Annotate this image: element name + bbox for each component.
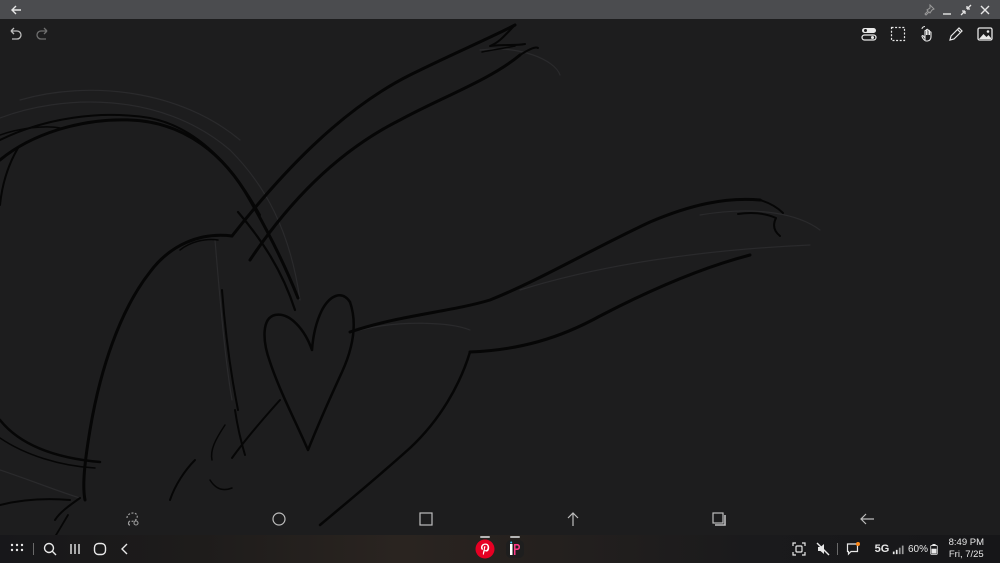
back-arrow-icon[interactable] xyxy=(6,0,25,19)
redo-icon[interactable] xyxy=(31,22,55,46)
app-drawer-icon[interactable] xyxy=(7,538,27,560)
minimize-icon[interactable] xyxy=(937,0,956,19)
ibis-paint-icon[interactable] xyxy=(504,538,526,560)
network-type: 5G xyxy=(874,543,890,555)
undo-icon[interactable] xyxy=(3,22,27,46)
notification-icon[interactable] xyxy=(843,538,863,560)
screenshot-icon[interactable] xyxy=(789,538,809,560)
taskbar-divider xyxy=(837,543,838,555)
arrow-left-icon[interactable] xyxy=(855,507,879,531)
recent-apps-icon[interactable] xyxy=(65,538,85,560)
pinterest-icon[interactable] xyxy=(474,538,496,560)
clock[interactable]: 8:49 PM Fri, 7/25 xyxy=(949,537,984,561)
close-icon[interactable] xyxy=(975,0,994,19)
square-icon[interactable] xyxy=(414,507,438,531)
battery-percent: 60% xyxy=(907,543,928,555)
clock-time: 8:49 PM xyxy=(948,537,984,548)
title-bar xyxy=(0,0,1000,19)
taskbar: 5G 60% 8:49 PM Fri, 7/25 xyxy=(0,535,1000,563)
selection-icon[interactable] xyxy=(886,22,910,46)
clock-date: Fri, 7/25 xyxy=(948,549,984,560)
battery-icon xyxy=(929,538,939,560)
lasso-icon[interactable] xyxy=(120,507,144,531)
sketch-strokes xyxy=(0,23,821,535)
drawing-canvas[interactable] xyxy=(0,19,1000,535)
pin-icon[interactable] xyxy=(919,0,938,19)
toggle-icon[interactable] xyxy=(857,22,881,46)
hand-touch-icon[interactable] xyxy=(915,22,939,46)
image-icon[interactable] xyxy=(973,22,997,46)
search-icon[interactable] xyxy=(40,538,60,560)
home-icon[interactable] xyxy=(90,538,110,560)
mute-icon[interactable] xyxy=(813,538,833,560)
signal-icon xyxy=(891,538,905,560)
layers-icon[interactable] xyxy=(707,507,731,531)
taskbar-divider xyxy=(33,543,34,555)
nav-back-icon[interactable] xyxy=(115,538,135,560)
arrow-up-icon[interactable] xyxy=(561,507,585,531)
circle-icon[interactable] xyxy=(267,507,291,531)
pen-icon[interactable] xyxy=(944,22,968,46)
running-indicator xyxy=(480,536,490,538)
shrink-icon[interactable] xyxy=(956,0,975,19)
running-indicator xyxy=(510,536,520,538)
